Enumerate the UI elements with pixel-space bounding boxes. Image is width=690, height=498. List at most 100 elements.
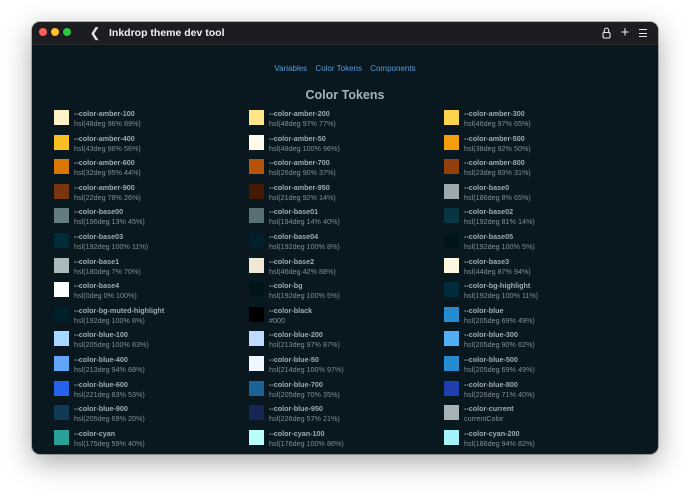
color-token-item: --color-blue-900 hsl(205deg 69% 20%) <box>54 403 244 425</box>
color-token-name: --color-blue-100 <box>74 330 128 340</box>
new-note-plus-icon[interactable]: + <box>619 25 631 40</box>
color-swatch <box>54 257 69 273</box>
color-token-name: --color-cyan <box>74 428 116 438</box>
color-token-value: hsl(46deg 42% 88%) <box>269 266 336 276</box>
color-token-name: --color-blue-900 <box>74 404 128 414</box>
color-token-item: --color-amber-200 hsl(48deg 97% 77%) <box>249 108 439 130</box>
color-token-item: --color-base2 hsl(46deg 42% 88%) <box>249 256 439 278</box>
color-swatch <box>54 134 69 150</box>
color-token-item: --color-blue-200 hsl(213deg 97% 87%) <box>249 329 439 351</box>
color-swatch <box>54 405 69 421</box>
color-token-name: --color-blue-200 <box>269 330 323 340</box>
color-token-item: --color-amber-300 hsl(46deg 97% 65%) <box>444 108 634 130</box>
color-token-value: hsl(221deg 83% 53%) <box>74 389 145 399</box>
color-swatch <box>444 380 459 396</box>
color-token-name: --color-base00 <box>74 207 124 217</box>
color-token-name: --color-amber-950 <box>269 182 330 192</box>
color-token-item: --color-bg-muted-highlight hsl(192deg 100… <box>54 305 244 327</box>
color-token-item: --color-amber-950 hsl(21deg 92% 14%) <box>249 182 439 204</box>
lock-icon[interactable] <box>602 26 611 40</box>
color-token-value: hsl(192deg 100% 5%) <box>464 242 535 251</box>
color-token-name: --color-black <box>269 305 313 315</box>
color-token-name: --color-amber-300 <box>464 109 525 118</box>
color-token-value: hsl(205deg 69% 49%) <box>464 365 535 374</box>
color-swatch <box>249 405 264 421</box>
color-token-item: --color-amber-500 hsl(38deg 92% 50%) <box>444 133 634 155</box>
color-token-item: --color-amber-800 hsl(23deg 83% 31%) <box>444 157 634 179</box>
color-swatch <box>249 429 264 445</box>
color-token-name: --color-amber-200 <box>269 109 330 118</box>
color-token-value: currentColor <box>464 414 504 424</box>
color-token-item: --color-amber-50 hsl(48deg 100% 96%) <box>249 133 439 155</box>
color-token-value: hsl(205deg 69% 49%) <box>464 315 535 325</box>
color-swatch <box>444 257 459 273</box>
close-window-button[interactable] <box>39 28 47 36</box>
color-token-name: --color-base05 <box>464 232 514 241</box>
color-token-item: --color-blue hsl(205deg 69% 49%) <box>444 305 634 327</box>
app-window: ❮ Inkdrop theme dev tool + Variables Col… <box>32 22 658 454</box>
color-swatch <box>444 282 459 298</box>
color-token-name: --color-base04 <box>269 232 319 241</box>
color-token-item: --color-blue-700 hsl(205deg 70% 35%) <box>249 379 439 401</box>
color-token-value: hsl(194deg 14% 40%) <box>269 217 340 227</box>
color-swatch <box>444 233 459 248</box>
color-swatch <box>444 159 459 175</box>
color-token-name: --color-blue-800 <box>464 379 518 389</box>
color-swatch <box>444 134 459 150</box>
color-token-name: --color-amber-500 <box>464 133 525 143</box>
color-token-name: --color-bg-highlight <box>464 281 531 291</box>
back-icon[interactable]: ❮ <box>88 25 102 41</box>
color-token-item: --color-base04 hsl(192deg 100% 8%) <box>249 231 439 253</box>
color-token-name: --color-amber-900 <box>74 182 135 192</box>
color-swatch <box>54 159 69 175</box>
page-heading: Color Tokens <box>305 88 385 102</box>
color-token-name: --color-blue-950 <box>269 404 323 414</box>
color-token-item: --color-cyan-100 hsl(176deg 100% 86%) <box>249 428 439 450</box>
nav-link-variables[interactable]: Variables <box>274 64 307 73</box>
color-token-item: --color-cyan hsl(175deg 59% 40%) <box>54 428 244 450</box>
color-token-value: hsl(48deg 100% 96%) <box>269 143 340 153</box>
color-swatch <box>249 110 264 125</box>
color-token-name: --color-amber-100 <box>74 109 135 118</box>
color-token-item: --color-base01 hsl(194deg 14% 40%) <box>249 206 439 228</box>
color-token-value: hsl(213deg 97% 87%) <box>269 340 340 350</box>
color-token-value: hsl(48deg 97% 77%) <box>269 119 336 128</box>
hamburger-menu-icon[interactable] <box>638 26 648 40</box>
color-swatch <box>249 306 264 322</box>
color-swatch <box>54 306 69 322</box>
color-token-value: hsl(196deg 13% 45%) <box>74 217 145 227</box>
color-swatch <box>444 183 459 199</box>
color-swatch <box>54 208 69 224</box>
nav-link-color-tokens[interactable]: Color Tokens <box>315 64 362 73</box>
color-token-value: hsl(192deg 100% 11%) <box>464 291 539 301</box>
color-swatch <box>54 233 69 248</box>
color-token-value: hsl(214deg 100% 97%) <box>269 365 344 374</box>
nav-links: Variables Color Tokens Components <box>32 64 658 74</box>
color-token-item: --color-blue-300 hsl(205deg 90% 62%) <box>444 329 634 351</box>
color-token-name: --color-blue-400 <box>74 355 128 364</box>
minimize-window-button[interactable] <box>51 28 59 36</box>
color-token-value: hsl(176deg 100% 86%) <box>269 438 344 448</box>
color-token-name: --color-amber-800 <box>464 158 525 168</box>
color-token-name: --color-base1 <box>74 256 120 266</box>
zoom-window-button[interactable] <box>63 28 71 36</box>
color-token-name: --color-bg <box>269 281 303 291</box>
color-token-name: --color-amber-700 <box>269 158 330 168</box>
color-token-value: hsl(226deg 57% 21%) <box>269 414 340 424</box>
color-token-name: --color-blue <box>464 305 504 315</box>
color-token-name: --color-base0 <box>464 182 510 192</box>
color-token-item: --color-base05 hsl(192deg 100% 5%) <box>444 231 634 253</box>
color-token-value: hsl(23deg 83% 31%) <box>464 168 531 178</box>
color-swatch <box>444 405 459 421</box>
color-swatch <box>54 331 69 347</box>
color-token-name: --color-base2 <box>269 256 315 266</box>
color-swatch <box>54 183 69 199</box>
color-token-value: hsl(21deg 92% 14%) <box>269 192 336 202</box>
nav-link-components[interactable]: Components <box>370 64 415 73</box>
color-token-name: --color-blue-300 <box>464 330 518 340</box>
color-token-name: --color-blue-500 <box>464 355 518 364</box>
color-token-value: hsl(44deg 87% 94%) <box>464 266 531 276</box>
color-token-item: --color-base4 hsl(0deg 0% 100%) <box>54 280 244 302</box>
color-token-value: hsl(192deg 100% 5%) <box>269 291 340 301</box>
color-token-item: --color-base1 hsl(180deg 7% 70%) <box>54 256 244 278</box>
